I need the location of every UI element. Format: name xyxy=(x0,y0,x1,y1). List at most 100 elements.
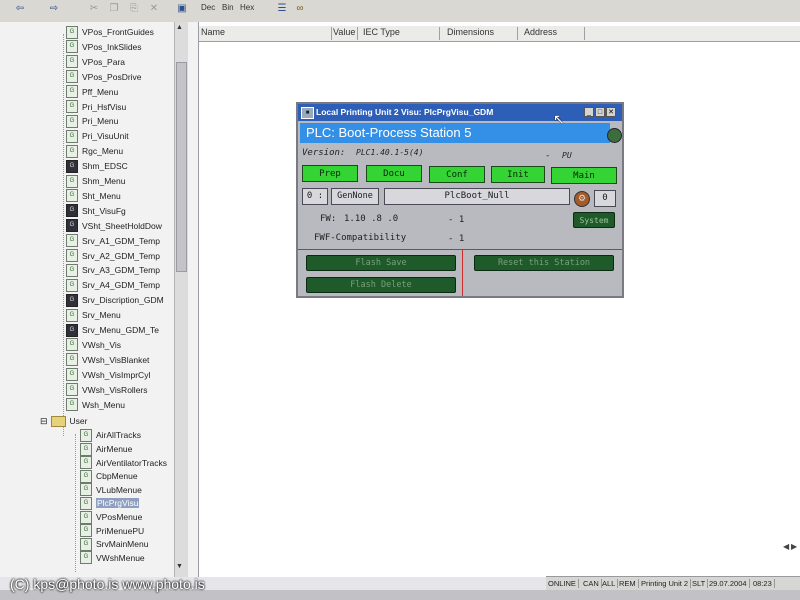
scroll-down-icon[interactable]: ▼ xyxy=(176,563,183,570)
settings-gear-icon[interactable]: ⚙ xyxy=(574,191,590,207)
boot-counter-field: 0 xyxy=(594,190,616,207)
flash-save-button[interactable]: Flash Save xyxy=(306,255,456,271)
forward-arrow-icon[interactable]: ⇨ xyxy=(48,3,60,15)
visu-icon: G xyxy=(66,249,78,262)
tree-item[interactable]: G Pff_Menu xyxy=(66,85,118,99)
glasses-icon[interactable]: ∞ xyxy=(294,3,306,15)
main-button[interactable]: Main xyxy=(551,167,617,184)
tree-item[interactable]: G Srv_A4_GDM_Temp xyxy=(66,278,160,292)
tree-item[interactable]: G Srv_Discription_GDM xyxy=(66,293,164,307)
bin-button[interactable]: Bin xyxy=(222,3,234,12)
docu-button[interactable]: Docu xyxy=(366,165,422,182)
watch-list-icon[interactable]: ☰ xyxy=(276,3,288,15)
scroll-left-icon[interactable]: ◀ xyxy=(783,542,789,551)
tree-item[interactable]: G PlcPrgVisu xyxy=(80,496,140,510)
tree-item-label: VWshMenue xyxy=(96,552,145,563)
tree-scrollbar[interactable]: ▲ ▼ xyxy=(174,22,188,577)
init-button[interactable]: Init xyxy=(491,166,545,183)
conf-button[interactable]: Conf xyxy=(429,166,485,183)
tree-item[interactable]: G SrvMainMenu xyxy=(80,537,148,551)
tree-item[interactable]: G VPos_Para xyxy=(66,55,125,69)
tree-item[interactable]: G VSht_SheetHoldDow xyxy=(66,219,162,233)
scrollbar-thumb[interactable] xyxy=(176,62,187,272)
tree-item[interactable]: G Srv_Menu_GDM_Te xyxy=(66,323,159,337)
visu-icon: G xyxy=(80,483,92,497)
tree-item[interactable]: G Sht_Menu xyxy=(66,189,121,203)
tree-item[interactable]: G VPosMenue xyxy=(80,510,142,524)
visu-icon: G xyxy=(66,338,78,352)
tree-item[interactable]: G VLubMenue xyxy=(80,483,142,497)
tree-item[interactable]: G VPos_PosDrive xyxy=(66,70,142,84)
collapse-icon[interactable]: ⊟ xyxy=(40,416,48,427)
tree-item[interactable]: G Srv_Menu xyxy=(66,308,121,322)
status-bar: ONLINE CAN ALL REM Printing Unit 2 SLT 2… xyxy=(546,576,800,591)
tree-item[interactable]: G VWsh_VisBlanket xyxy=(66,353,149,367)
tree-item[interactable]: G Rgc_Menu xyxy=(66,144,123,158)
status-indicator-icon xyxy=(607,128,622,143)
visu-dark-icon: G xyxy=(66,204,78,218)
back-arrow-icon[interactable]: ⇦ xyxy=(14,3,26,15)
column-value[interactable]: Value xyxy=(333,27,358,40)
tree-item-label: Srv_A1_GDM_Temp xyxy=(82,235,160,246)
scroll-up-icon[interactable]: ▲ xyxy=(176,24,183,31)
tree-item-label: Srv_Menu_GDM_Te xyxy=(82,325,160,335)
dec-button[interactable]: Dec xyxy=(201,3,215,12)
visu-icon: G xyxy=(66,70,78,84)
visu-icon: G xyxy=(66,278,78,292)
system-button[interactable]: System xyxy=(573,212,615,228)
tree-item[interactable]: G Shm_Menu xyxy=(66,174,125,188)
tree-item[interactable]: G VWsh_Vis xyxy=(66,338,121,352)
column-iec-type[interactable]: IEC Type xyxy=(363,27,440,40)
prep-button[interactable]: Prep xyxy=(302,165,358,182)
column-name[interactable]: Name xyxy=(201,27,332,40)
tree-item[interactable]: G Srv_A2_GDM_Temp xyxy=(66,249,160,263)
window-title-bar[interactable]: ■ Local Printing Unit 2 Visu: PlcPrgVisu… xyxy=(298,104,622,121)
cut-icon[interactable]: ✂ xyxy=(88,3,100,15)
version-label: Version: xyxy=(302,148,346,158)
tree-item-label: AirAllTracks xyxy=(96,430,142,441)
scroll-right-icon[interactable]: ▶ xyxy=(791,542,797,551)
tree-item[interactable]: G AirVentilatorTracks xyxy=(80,456,167,470)
tree-item[interactable]: G Srv_A1_GDM_Temp xyxy=(66,234,160,248)
delete-icon[interactable]: ✕ xyxy=(148,3,160,15)
tree-item[interactable]: G CbpMenue xyxy=(80,469,138,483)
tree-item[interactable]: G VWsh_VisImprCyl xyxy=(66,368,150,382)
tree-item[interactable]: G Pri_HsfVisu xyxy=(66,100,126,114)
status-rem: REM xyxy=(619,579,639,588)
copy-icon[interactable]: ❐ xyxy=(108,3,120,15)
tree-item[interactable]: G Pri_Menu xyxy=(66,114,118,128)
tree-item[interactable]: G VPos_InkSlides xyxy=(66,40,142,54)
tree-item[interactable]: G AirMenue xyxy=(80,442,132,456)
hex-button[interactable]: Hex xyxy=(240,3,254,12)
minimize-icon[interactable]: _ xyxy=(584,107,594,117)
tree-item-label: VWsh_VisImprCyl xyxy=(82,369,151,380)
paste-icon[interactable]: ⎘ xyxy=(128,3,140,15)
column-dimensions[interactable]: Dimensions xyxy=(447,27,518,40)
tree-item[interactable]: G Shm_EDSC xyxy=(66,159,128,173)
tree-item[interactable]: G Srv_A3_GDM_Temp xyxy=(66,263,160,277)
tree-item[interactable]: G AirAllTracks xyxy=(80,428,141,442)
tree-item[interactable]: G Pri_VisuUnit xyxy=(66,129,129,143)
tree-item-label: Sht_VisuFg xyxy=(82,205,126,216)
visu-icon: G xyxy=(80,469,92,483)
maximize-icon[interactable]: □ xyxy=(595,107,605,117)
tree-item[interactable]: G Sht_VisuFg xyxy=(66,204,126,218)
tree-item[interactable]: G PriMenuePU xyxy=(80,524,144,538)
tree-item[interactable]: G VPos_FrontGuides xyxy=(66,25,154,39)
toolbar: ⇦ ⇨ ✂ ❐ ⎘ ✕ ▣ Dec Bin Hex ☰ ∞ xyxy=(0,0,800,23)
column-address[interactable]: Address xyxy=(524,27,585,40)
fw-dash: - 1 xyxy=(448,215,465,225)
tree-item-label: VWsh_VisRollers xyxy=(82,384,148,395)
status-unit: Printing Unit 2 xyxy=(641,579,692,588)
close-icon[interactable]: ✕ xyxy=(606,107,616,117)
tree-item[interactable]: G VWsh_VisRollers xyxy=(66,383,148,397)
properties-icon[interactable]: ▣ xyxy=(176,3,188,15)
tree-folder-user[interactable]: ⊟ User xyxy=(40,414,88,428)
flash-delete-button[interactable]: Flash Delete xyxy=(306,277,456,293)
tree-item[interactable]: G Wsh_Menu xyxy=(66,398,125,412)
tree-item-label: VPosMenue xyxy=(96,512,143,522)
reset-station-button[interactable]: Reset this Station xyxy=(474,255,614,271)
tree-item-label: CbpMenue xyxy=(96,471,138,482)
folder-icon xyxy=(50,415,66,427)
tree-item[interactable]: G VWshMenue xyxy=(80,551,145,565)
